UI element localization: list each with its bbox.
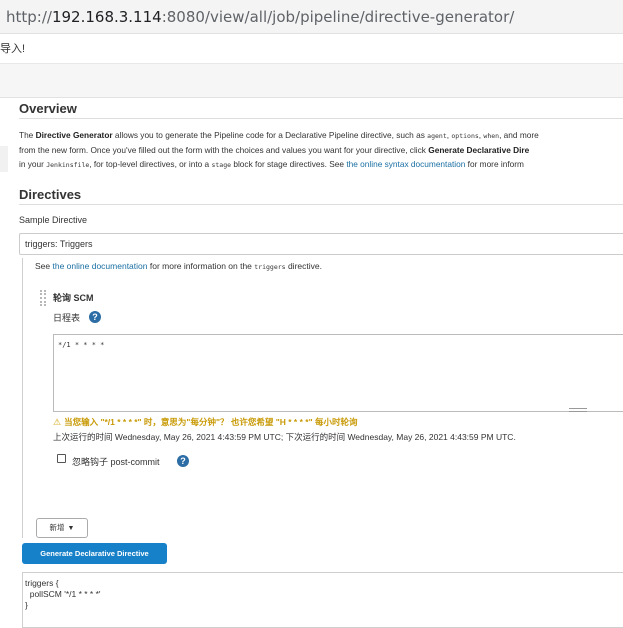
code-stage: stage: [211, 161, 232, 169]
warning-text: 当您输入 "*/1 * * * *" 时，意思为"每分钟"？ 也许您希望 "H …: [64, 417, 358, 427]
address-bar[interactable]: http://192.168.3.114:8080/view/all/job/p…: [0, 0, 623, 34]
text-bold: Directive Generator: [35, 130, 113, 140]
add-button[interactable]: 新增 ▼: [36, 518, 88, 538]
code-agent: agent: [427, 132, 447, 140]
ignore-post-commit-label: 忽略钩子 post-commit: [72, 457, 160, 467]
text: allows you to generate the Pipeline code…: [112, 130, 428, 140]
docs-hint: See the online documentation for more in…: [35, 261, 322, 271]
text-bold: Generate Declarative Dire: [428, 145, 530, 155]
code-jenkinsfile: Jenkinsfile: [46, 161, 90, 169]
sample-directive-label: Sample Directive: [19, 215, 88, 225]
text: directive.: [285, 261, 322, 271]
help-icon[interactable]: ?: [177, 455, 189, 467]
url-scheme: http://: [6, 8, 52, 26]
schedule-label: 日程表: [53, 313, 81, 323]
text: See: [35, 261, 53, 271]
text: The: [19, 130, 36, 140]
url-host: 192.168.3.114: [51, 8, 162, 26]
text: , and more: [499, 130, 539, 140]
schedule-textarea[interactable]: */1 * * * *: [53, 334, 623, 412]
ignore-post-commit-checkbox[interactable]: [57, 454, 66, 463]
directives-title: Directives: [19, 187, 82, 202]
generate-directive-button[interactable]: Generate Declarative Directive: [22, 543, 167, 564]
sample-directive-select[interactable]: triggers: Triggers: [19, 233, 623, 255]
main-content: Overview The Directive Generator allows …: [19, 98, 623, 628]
text: in your: [19, 159, 47, 169]
help-icon[interactable]: ?: [89, 311, 101, 323]
text: for more inform: [465, 159, 524, 169]
text: for more information on the: [147, 261, 255, 271]
left-sidebar-edge: [0, 98, 12, 628]
code-triggers: triggers: [254, 263, 286, 271]
textarea-resize-handle[interactable]: [569, 408, 587, 412]
sidebar-fragment[interactable]: [0, 146, 8, 172]
divider: [19, 204, 623, 205]
banner-text: 导入!: [0, 43, 26, 55]
text: block for stage directives. See: [231, 159, 347, 169]
breadcrumb-bar: [0, 64, 623, 98]
syntax-docs-link[interactable]: the online syntax documentation: [346, 159, 465, 169]
online-docs-link[interactable]: the online documentation: [53, 261, 148, 271]
overview-title: Overview: [19, 101, 77, 116]
generated-code-output[interactable]: triggers { pollSCM '*/1 * * * *' }: [22, 572, 623, 628]
code-when: when: [483, 132, 500, 140]
warning-icon: ⚠: [53, 417, 62, 427]
poll-scm-title: 轮询 SCM: [53, 293, 94, 303]
add-button-label: 新增: [49, 523, 65, 532]
next-run-info: 上次运行的时间 Wednesday, May 26, 2021 4:43:59 …: [53, 432, 516, 442]
text: , for top-level directives, or into a: [89, 159, 212, 169]
top-banner: 导入!: [0, 34, 623, 64]
drag-handle-icon[interactable]: [40, 290, 46, 306]
cron-warning: ⚠ 当您输入 "*/1 * * * *" 时，意思为"每分钟"？ 也许您希望 "H…: [53, 416, 357, 428]
text: from the new form. Once you've filled ou…: [19, 145, 429, 155]
divider: [19, 118, 623, 119]
caret-down-icon: ▼: [67, 525, 75, 532]
code-options: options: [451, 132, 479, 140]
overview-description: The Directive Generator allows you to ge…: [19, 128, 623, 172]
url-path: :8080/view/all/job/pipeline/directive-ge…: [161, 8, 515, 26]
